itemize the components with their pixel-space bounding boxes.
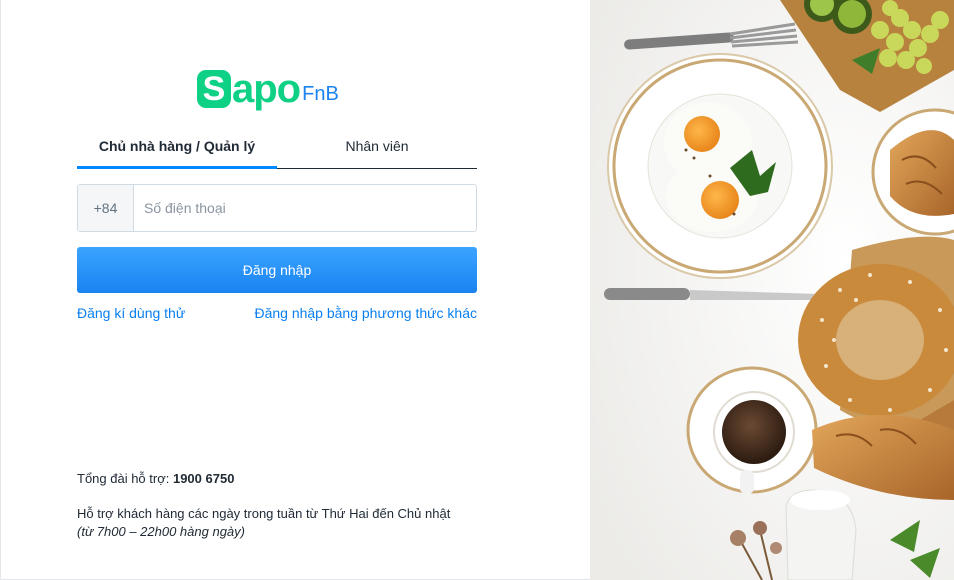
milk-jug bbox=[785, 489, 857, 580]
hotline-label: Tổng đài hỗ trợ: bbox=[77, 471, 173, 486]
login-button[interactable]: Đăng nhập bbox=[77, 247, 477, 293]
breakfast-illustration bbox=[590, 0, 954, 580]
other-login-method-link[interactable]: Đăng nhập bằng phương thức khác bbox=[254, 305, 477, 321]
support-days: Hỗ trợ khách hàng các ngày trong tuần từ… bbox=[77, 506, 451, 521]
coffee-cup bbox=[686, 366, 818, 494]
support-info: Tổng đài hỗ trợ: 1900 6750 Hỗ trợ khách … bbox=[77, 470, 497, 541]
tab-staff[interactable]: Nhân viên bbox=[277, 127, 477, 169]
hotline-number: 1900 6750 bbox=[172, 471, 235, 486]
role-tabs: Chủ nhà hàng / Quản lý Nhân viên bbox=[77, 127, 477, 169]
support-hours: (từ 7h00 – 22h00 hàng ngày) bbox=[77, 524, 245, 539]
egg-plate bbox=[607, 53, 833, 279]
logo-suffix: FnB bbox=[302, 83, 339, 105]
logo-wordmark: apo bbox=[232, 67, 301, 111]
breakfast-photo bbox=[590, 0, 954, 580]
tab-owner-manager[interactable]: Chủ nhà hàng / Quản lý bbox=[77, 127, 277, 169]
signup-trial-link[interactable]: Đăng kí dùng thử bbox=[77, 305, 185, 321]
login-panel: S apo FnB Chủ nhà hàng / Quản lý Nhân vi… bbox=[77, 0, 477, 580]
hotline: Tổng đài hỗ trợ: 1900 6750 bbox=[77, 470, 497, 488]
phone-field: +84 bbox=[77, 184, 477, 232]
phone-input[interactable] bbox=[134, 185, 476, 231]
auth-links: Đăng kí dùng thử Đăng nhập bằng phương t… bbox=[77, 305, 477, 321]
country-code-prefix: +84 bbox=[78, 185, 134, 231]
sapo-fnb-logo: S apo FnB bbox=[197, 66, 339, 111]
logo-mark: S bbox=[197, 70, 231, 108]
